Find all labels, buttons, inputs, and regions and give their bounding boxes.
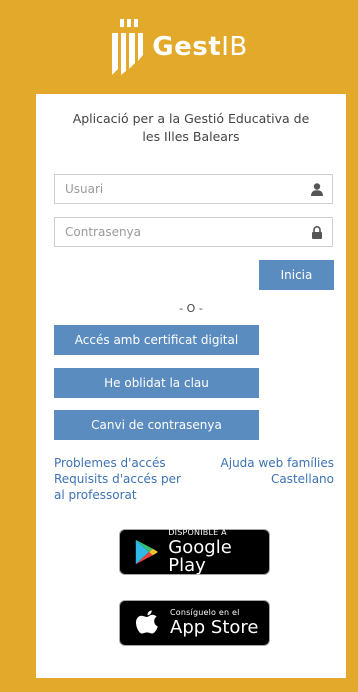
logo-text-bold: Gest bbox=[152, 32, 222, 62]
user-icon bbox=[311, 183, 323, 196]
google-play-small-text: DISPONIBLE A bbox=[168, 528, 227, 537]
google-play-icon bbox=[135, 539, 158, 565]
google-play-badge[interactable]: DISPONIBLE A Google Play bbox=[119, 529, 270, 575]
username-input[interactable] bbox=[55, 175, 305, 203]
castellano-language-link[interactable]: Castellano bbox=[271, 471, 334, 487]
family-help-link[interactable]: Ajuda web famílies bbox=[221, 455, 334, 471]
apple-icon bbox=[136, 610, 158, 634]
or-separator: - O - bbox=[179, 302, 203, 315]
app-store-big-text: App Store bbox=[170, 617, 259, 638]
app-store-small-text: Consíguelo en el bbox=[170, 608, 240, 617]
app-subtitle: Aplicació per a la Gestió Educativa de l… bbox=[72, 111, 310, 144]
username-field bbox=[54, 174, 333, 204]
app-store-badge[interactable]: Consíguelo en el App Store bbox=[119, 600, 270, 646]
google-play-big-text: Google Play bbox=[168, 537, 232, 576]
password-field bbox=[54, 217, 333, 247]
password-input[interactable] bbox=[55, 218, 305, 246]
header: GestIB bbox=[0, 0, 358, 94]
lock-icon bbox=[312, 226, 322, 239]
gestib-logo-icon bbox=[112, 19, 144, 75]
forgot-password-button[interactable]: He oblidat la clau bbox=[54, 368, 259, 398]
gestib-logo: GestIB bbox=[110, 19, 247, 75]
access-problems-link[interactable]: Problemes d'accés bbox=[54, 455, 166, 471]
certificate-login-button[interactable]: Accés amb certificat digital bbox=[54, 325, 259, 355]
logo-text-light: IB bbox=[221, 32, 248, 62]
login-card: Aplicació per a la Gestió Educativa de l… bbox=[36, 94, 346, 678]
change-password-button[interactable]: Canvi de contrasenya bbox=[54, 410, 259, 440]
logo-wordmark: GestIB bbox=[152, 32, 247, 62]
teacher-requirements-link[interactable]: Requisits d'accés per al professorat bbox=[54, 471, 194, 503]
login-button[interactable]: Inicia bbox=[259, 260, 334, 290]
